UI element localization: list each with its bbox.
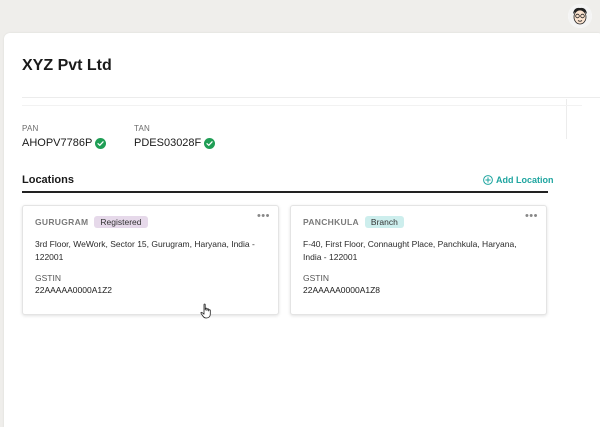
- gstin-value: 22AAAAA0000A1Z2: [35, 285, 113, 295]
- location-city: PANCHKULA: [303, 217, 359, 227]
- location-type-badge: Registered: [94, 216, 148, 228]
- header-subdivider: [22, 105, 582, 106]
- locations-divider: [22, 191, 548, 193]
- location-card-panchkula: PANCHKULA Branch ••• F-40, First Floor, …: [290, 205, 547, 315]
- location-address: F-40, First Floor, Connaught Place, Panc…: [303, 239, 517, 262]
- pan-block: PAN AHOPV7786P: [22, 124, 107, 149]
- hand-pointer-cursor: [200, 303, 211, 319]
- add-location-label: Add Location: [496, 175, 554, 185]
- location-city: GURUGRAM: [35, 217, 89, 227]
- locations-heading: Locations: [22, 174, 74, 186]
- avatar-illustration-icon: [568, 4, 592, 28]
- company-name: XYZ Pvt Ltd: [22, 57, 112, 74]
- company-panel: XYZ Pvt Ltd PAN AHOPV7786P TAN PDES03028…: [4, 33, 600, 427]
- user-avatar[interactable]: [568, 4, 592, 28]
- gstin-value: 22AAAAA0000A1Z8: [303, 285, 381, 295]
- pan-label: PAN: [22, 124, 39, 133]
- check-circle-icon: [204, 137, 216, 149]
- add-location-button[interactable]: Add Location: [483, 175, 554, 185]
- plus-circle-icon: [483, 175, 493, 185]
- location-address: 3rd Floor, WeWork, Sector 15, Gurugram, …: [35, 239, 255, 262]
- location-type-badge: Branch: [364, 216, 404, 228]
- gstin-label: GSTIN: [303, 273, 329, 283]
- tan-value: PDES03028F: [134, 137, 202, 149]
- pan-value: AHOPV7786P: [22, 137, 93, 149]
- more-options-icon[interactable]: •••: [257, 210, 270, 222]
- check-circle-icon: [95, 137, 107, 149]
- tan-block: TAN PDES03028F: [134, 124, 216, 149]
- header-divider: [22, 97, 600, 98]
- location-card-gurugram: GURUGRAM Registered ••• 3rd Floor, WeWor…: [22, 205, 279, 315]
- tan-label: TAN: [134, 124, 151, 133]
- gstin-label: GSTIN: [35, 273, 61, 283]
- more-options-icon[interactable]: •••: [525, 210, 538, 222]
